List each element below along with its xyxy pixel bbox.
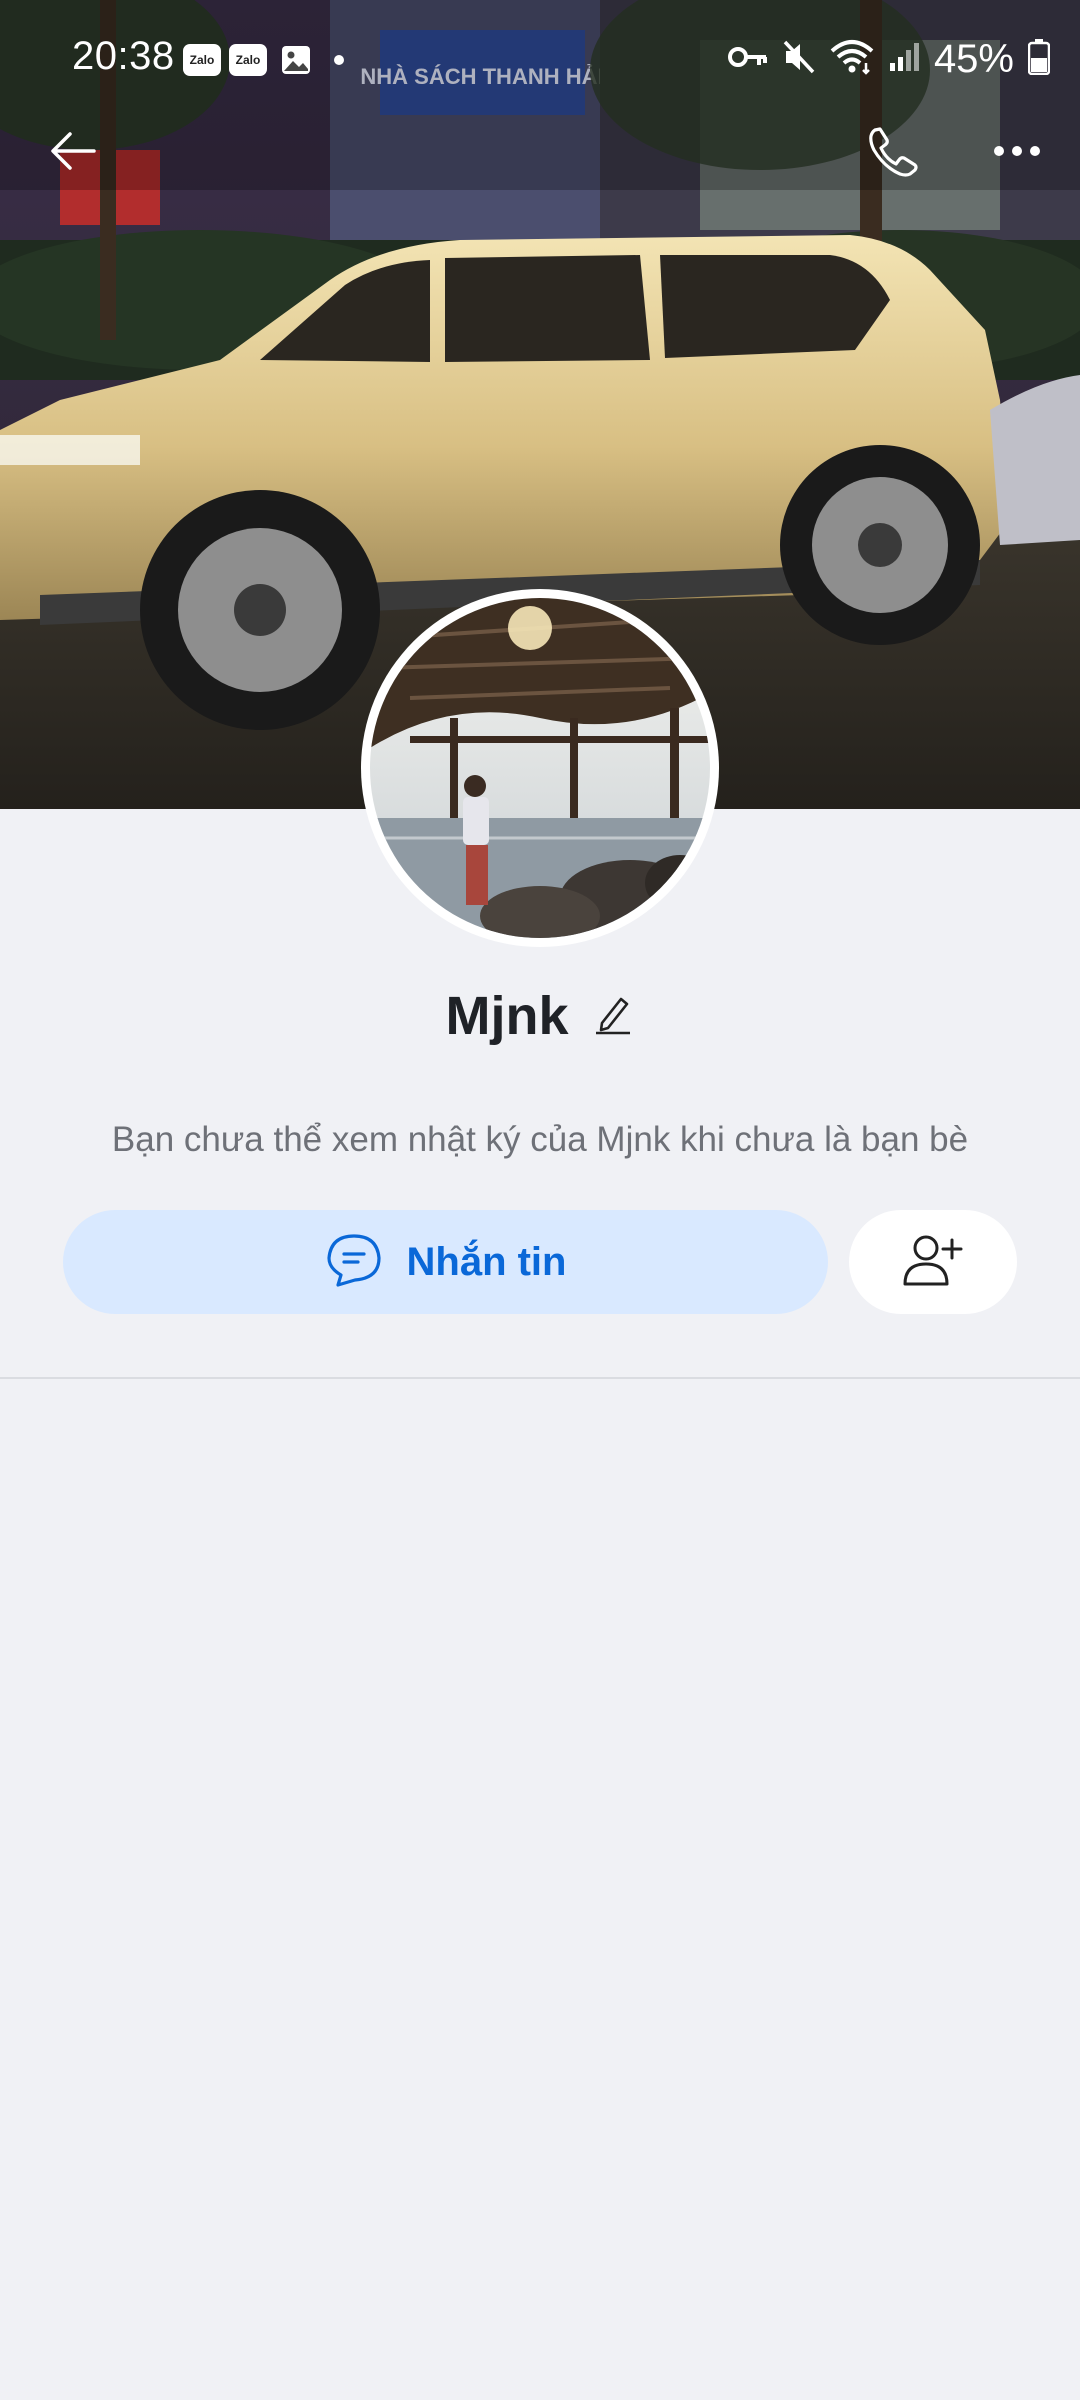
zalo-icon: Zalo	[183, 44, 221, 76]
pencil-icon	[594, 993, 632, 1040]
add-friend-button[interactable]	[849, 1210, 1017, 1314]
back-button[interactable]	[38, 118, 108, 188]
chat-bubble-icon	[325, 1232, 383, 1293]
battery-icon	[1027, 38, 1051, 80]
phone-icon	[866, 124, 920, 183]
message-button-label: Nhắn tin	[406, 1239, 567, 1284]
section-divider	[0, 1377, 1080, 1379]
more-dots-icon	[992, 144, 1042, 163]
back-arrow-icon	[48, 129, 98, 178]
privacy-note: Bạn chưa thể xem nhật ký của Mjnk khi ch…	[111, 1120, 969, 1159]
status-time: 20:38	[72, 34, 175, 78]
avatar-photo	[370, 598, 710, 938]
signal-icon	[888, 41, 920, 78]
message-button[interactable]: Nhắn tin	[63, 1210, 828, 1314]
vpn-key-icon	[727, 44, 768, 75]
add-friend-icon	[902, 1232, 964, 1293]
avatar[interactable]	[361, 589, 719, 947]
zalo-badge-text: Zalo	[235, 53, 261, 67]
profile-name: Mjnk	[445, 986, 569, 1046]
mute-icon	[782, 39, 816, 80]
zalo-icon: Zalo	[229, 44, 267, 76]
edit-name-button[interactable]	[591, 994, 635, 1038]
system-status-icons: 45%	[727, 34, 1051, 84]
battery-percent: 45%	[933, 36, 1014, 81]
gallery-icon	[280, 44, 312, 76]
wifi-icon	[830, 39, 874, 80]
dot-icon	[334, 55, 344, 65]
call-button[interactable]	[858, 118, 928, 188]
top-action-bar	[0, 118, 1080, 188]
more-options-button[interactable]	[982, 118, 1052, 188]
zalo-badge-text: Zalo	[189, 53, 215, 67]
status-bar: 20:38 Zalo Zalo 45%	[0, 0, 1080, 118]
profile-name-row: Mjnk	[0, 985, 1080, 1047]
